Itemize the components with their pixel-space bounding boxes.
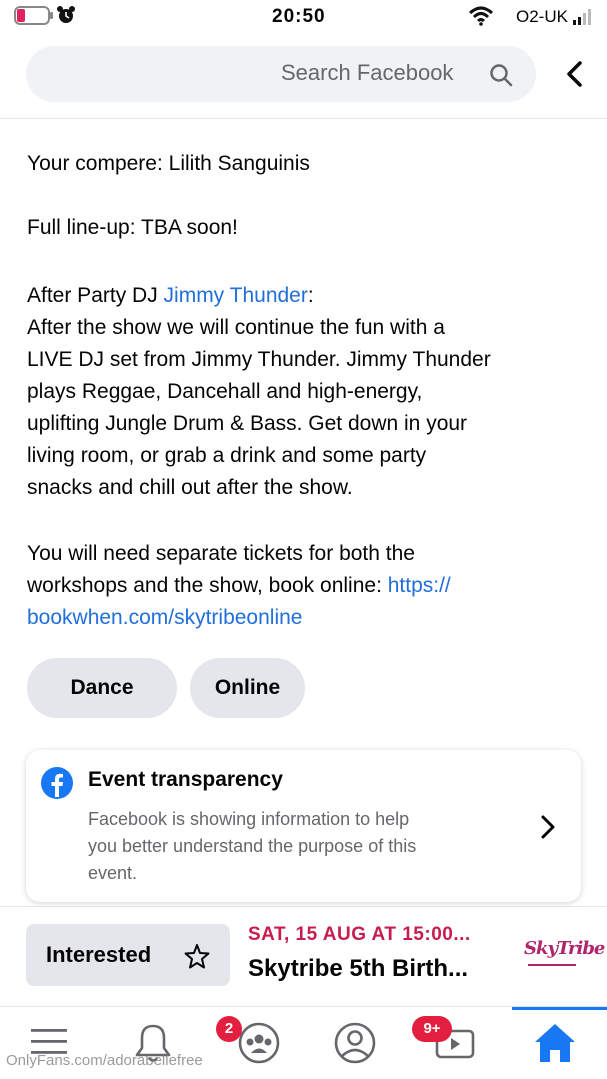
carrier-name: O2-UK (516, 7, 568, 26)
status-bar: 20:50 O2-UK (0, 0, 607, 34)
tag-chip-online[interactable]: Online (190, 658, 305, 718)
wifi-icon (468, 6, 494, 26)
search-placeholder: Search Facebook (281, 60, 454, 85)
event-logo: SkyTribe (518, 924, 605, 986)
booking-link[interactable]: bookwhen.com/skytribeonline (27, 602, 302, 634)
chevron-right-icon (541, 815, 555, 839)
after-party-line: uplifting Jungle Drum & Bass. Get down i… (27, 412, 468, 435)
after-party-suffix: : (307, 284, 314, 307)
status-time: 20:50 (272, 6, 326, 27)
booking-link-start[interactable]: https:// (388, 574, 451, 597)
after-party-line: plays Reggae, Dancehall and high-energy, (27, 380, 423, 403)
interested-button[interactable]: Interested (26, 924, 230, 986)
signal-icon (573, 9, 591, 25)
search-bar[interactable]: Search Facebook (26, 46, 536, 102)
notification-badge: 2 (216, 1016, 242, 1042)
interested-label: Interested (46, 942, 152, 967)
event-transparency-card[interactable]: Event transparency Facebook is showing i… (26, 750, 581, 902)
tag-chip-dance[interactable]: Dance (27, 658, 177, 718)
compere-text: Your compere: Lilith Sanguinis (27, 152, 310, 175)
nav-groups[interactable]: 2 (216, 1016, 286, 1066)
back-button[interactable] (560, 58, 592, 90)
after-party-prefix: After Party DJ (27, 284, 164, 307)
nav-home[interactable] (530, 1020, 580, 1066)
home-icon (535, 1024, 575, 1062)
card-description-line: Facebook is showing information to help (88, 809, 410, 829)
event-logo-text: SkyTribe (524, 938, 605, 959)
profile-icon (334, 1022, 376, 1064)
alarm-icon (57, 6, 75, 23)
event-title[interactable]: Skytribe 5th Birth... (248, 955, 468, 983)
footer-top-divider (0, 906, 607, 907)
after-party-line: living room, or grab a drink and some pa… (27, 444, 427, 467)
logo-underline (528, 964, 576, 966)
tickets-line: You will need separate tickets for both … (27, 542, 415, 565)
nav-watch[interactable]: 9+ (412, 1016, 486, 1066)
after-party-line: LIVE DJ set from Jimmy Thunder. Jimmy Th… (27, 348, 491, 371)
notification-badge: 9+ (412, 1016, 452, 1042)
card-description-line: you better understand the purpose of thi… (88, 836, 417, 856)
card-description: Facebook is showing information to help … (88, 806, 416, 887)
after-party-line: snacks and chill out after the show. (27, 476, 353, 499)
card-description-line: event. (88, 863, 138, 883)
watermark-text: OnlyFans.com/adorabellefree (6, 1052, 203, 1069)
star-icon (184, 944, 210, 969)
card-title: Event transparency (88, 768, 283, 791)
after-party-heading: After Party DJ Jimmy Thunder: (27, 280, 314, 312)
dj-link[interactable]: Jimmy Thunder (164, 284, 308, 307)
nav-profile[interactable] (330, 1020, 380, 1066)
header-divider (0, 118, 607, 119)
tickets-text: workshops and the show, book online: (27, 574, 388, 597)
battery-icon (14, 6, 53, 25)
lineup-text: Full line-up: TBA soon! (27, 216, 238, 239)
facebook-logo-icon (41, 767, 73, 799)
after-party-line: After the show we will continue the fun … (27, 316, 445, 339)
search-icon (490, 64, 513, 87)
event-date: SAT, 15 AUG AT 15:00... (248, 924, 471, 945)
active-tab-indicator (512, 1007, 607, 1010)
tickets-line: workshops and the show, book online: htt… (27, 570, 451, 602)
chevron-left-icon (567, 61, 582, 87)
